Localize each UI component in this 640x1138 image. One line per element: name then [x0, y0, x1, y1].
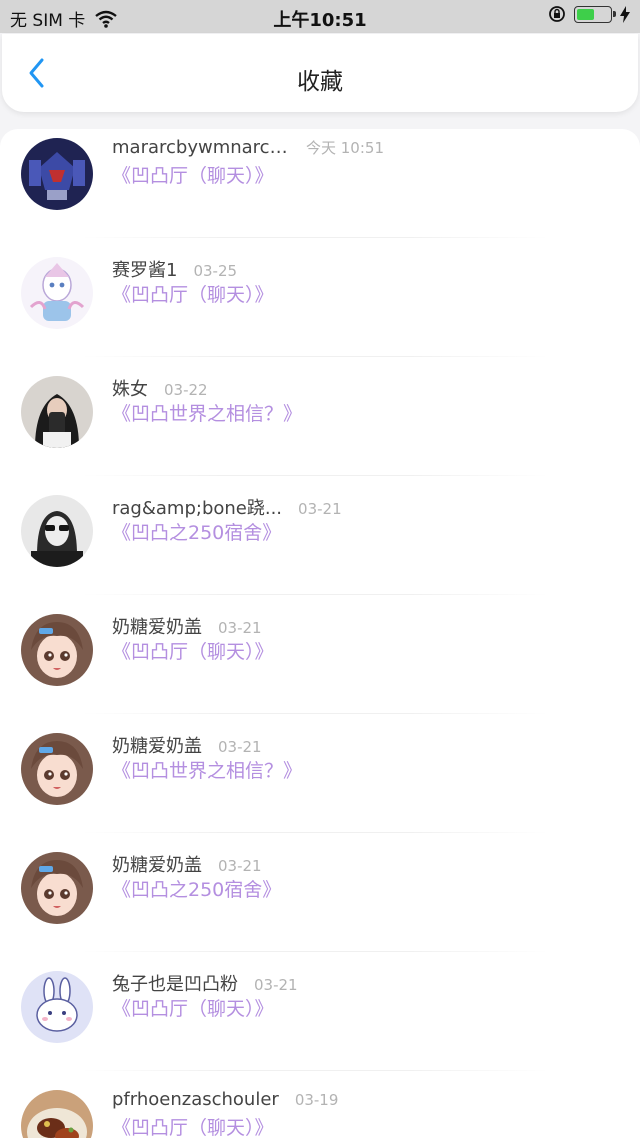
list-item[interactable]: 兔子也是凹凸粉 03-21 《凹凸厅（聊天）》: [0, 951, 640, 1071]
room-link[interactable]: 《凹凸之250宿舍》: [112, 875, 281, 902]
status-right: [548, 5, 630, 23]
room-link[interactable]: 《凹凸之250宿舍》: [112, 518, 281, 545]
list-item[interactable]: 奶糖爱奶盖 03-21 《凹凸之250宿舍》: [0, 832, 640, 952]
list-item[interactable]: pfrhoenzaschouler 03-19 《凹凸厅（聊天）》: [0, 1070, 640, 1138]
name-row: 姝女 03-22: [112, 375, 208, 401]
page-title: 收藏: [297, 69, 343, 95]
list-item[interactable]: 奶糖爱奶盖 03-21 《凹凸厅（聊天）》: [0, 594, 640, 714]
name-row: 奶糖爱奶盖 03-21: [112, 851, 262, 877]
food-avatar-image: [21, 1090, 93, 1138]
status-bar: 无 SIM 卡 上午10:51: [0, 0, 640, 33]
list-item[interactable]: rag&amp;bone跷... 03-21 《凹凸之250宿舍》: [0, 475, 640, 595]
room-link[interactable]: 《凹凸厅（聊天）》: [112, 637, 274, 664]
timestamp: 03-25: [193, 262, 238, 280]
list-item[interactable]: mararcbywmnarcj... 今天 10:51 《凹凸厅（聊天）》: [0, 129, 640, 238]
timestamp: 03-21: [218, 619, 262, 637]
user-name: 奶糖爱奶盖: [112, 855, 202, 876]
user-name: 奶糖爱奶盖: [112, 617, 202, 638]
room-link[interactable]: 《凹凸厅（聊天）》: [112, 161, 274, 188]
sunglasses-avatar-image: [21, 495, 93, 567]
anime-girl-avatar-image: [21, 852, 93, 924]
status-time: 上午10:51: [273, 10, 367, 31]
battery-icon: [574, 5, 616, 23]
avatar: [21, 376, 93, 448]
room-link[interactable]: 《凹凸世界之相信？》: [112, 756, 302, 783]
orientation-lock-icon: [549, 6, 565, 22]
room-link[interactable]: 《凹凸厅（聊天）》: [112, 1113, 274, 1138]
name-row: 奶糖爱奶盖 03-21: [112, 732, 262, 758]
room-link[interactable]: 《凹凸厅（聊天）》: [112, 994, 274, 1021]
timestamp: 03-22: [164, 381, 208, 399]
avatar: [21, 852, 93, 924]
room-link[interactable]: 《凹凸世界之相信？》: [112, 399, 302, 426]
timestamp: 03-21: [298, 500, 342, 518]
nav-bar: 收藏: [2, 34, 638, 112]
user-name: 姝女: [112, 379, 148, 400]
timestamp: 03-21: [218, 857, 262, 875]
list-item[interactable]: 赛罗酱1 03-25 《凹凸厅（聊天）》: [0, 237, 640, 357]
timestamp: 03-19: [294, 1091, 339, 1109]
avatar: [21, 495, 93, 567]
user-name: mararcbywmnarcj...: [112, 137, 290, 158]
favorites-list: mararcbywmnarcj... 今天 10:51 《凹凸厅（聊天）》 赛罗…: [0, 129, 640, 1138]
avatar: [21, 257, 93, 329]
anime-hero-avatar-image: [21, 257, 93, 329]
name-row: rag&amp;bone跷... 03-21: [112, 494, 342, 520]
user-name: rag&amp;bone跷...: [112, 498, 283, 519]
avatar: [21, 614, 93, 686]
timestamp: 03-21: [218, 738, 262, 756]
user-name: pfrhoenzaschouler: [112, 1089, 279, 1110]
charging-bolt-icon: [620, 5, 630, 23]
user-name: 兔子也是凹凸粉: [112, 974, 238, 995]
avatar: [21, 971, 93, 1043]
avatar: [21, 733, 93, 805]
avatar: [21, 1090, 93, 1138]
bunny-avatar-image: [21, 971, 93, 1043]
name-row: 赛罗酱1 03-25: [112, 256, 237, 282]
list-item[interactable]: 姝女 03-22 《凹凸世界之相信？》: [0, 356, 640, 476]
room-link[interactable]: 《凹凸厅（聊天）》: [112, 280, 274, 307]
user-name: 赛罗酱1: [112, 260, 178, 281]
anime-girl-avatar-image: [21, 614, 93, 686]
timestamp: 03-21: [254, 976, 298, 994]
name-row: mararcbywmnarcj... 今天 10:51: [112, 137, 384, 158]
timestamp: 今天 10:51: [306, 139, 384, 157]
robot-avatar-image: [21, 138, 93, 210]
list-item[interactable]: 奶糖爱奶盖 03-21 《凹凸世界之相信？》: [0, 713, 640, 833]
avatar: [21, 138, 93, 210]
anime-girl-avatar-image: [21, 733, 93, 805]
name-row: pfrhoenzaschouler 03-19: [112, 1089, 338, 1110]
user-name: 奶糖爱奶盖: [112, 736, 202, 757]
battery-level: [577, 8, 594, 20]
selfie-avatar-image: [21, 376, 93, 448]
name-row: 兔子也是凹凸粉 03-21: [112, 970, 298, 996]
name-row: 奶糖爱奶盖 03-21: [112, 613, 262, 639]
